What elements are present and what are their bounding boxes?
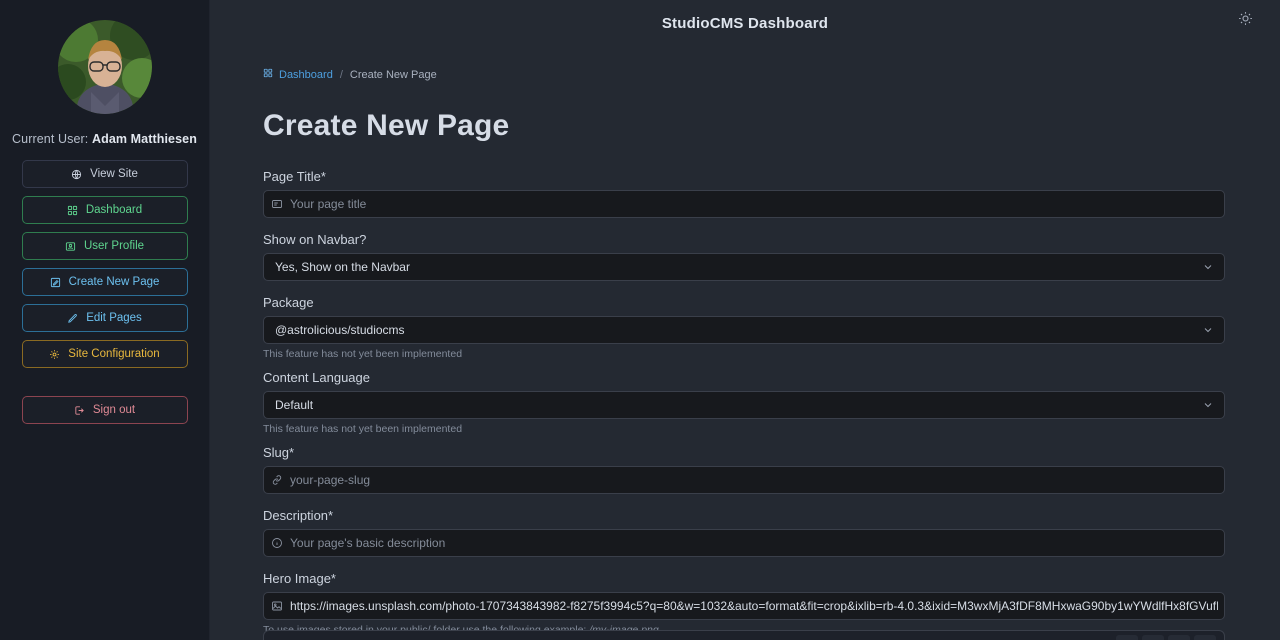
required-marker: * — [330, 571, 336, 586]
show-on-navbar-select[interactable]: Yes, Show on the Navbar — [263, 253, 1225, 281]
sidebar-item-dashboard[interactable]: Dashboard — [21, 196, 188, 224]
chevron-down-icon — [1202, 261, 1214, 273]
field-page-title: Page Title* — [263, 169, 1225, 218]
breadcrumb: Dashboard / Create New Page — [263, 68, 1225, 81]
sidebar-item-user-profile[interactable]: User Profile — [21, 232, 188, 260]
sidebar-item-label: Dashboard — [85, 204, 143, 216]
sign-out-icon — [74, 405, 85, 416]
sidebar-item-label: View Site — [90, 168, 138, 180]
hero-image-input[interactable] — [290, 593, 1224, 619]
label-text: Hero Image — [263, 571, 331, 586]
grid-icon — [67, 205, 78, 216]
field-package: Package @astrolicious/studiocms This fea… — [263, 295, 1225, 360]
sign-out-label: Sign out — [92, 404, 136, 416]
editor-link-button[interactable]: ∞ — [1194, 635, 1216, 640]
package-value: @astrolicious/studiocms — [275, 323, 405, 337]
required-marker: * — [328, 508, 334, 523]
edit-square-icon — [50, 277, 61, 288]
page-title: Create New Page — [263, 109, 510, 142]
current-user-name: Adam Matthiesen — [91, 132, 197, 146]
label-page-title: Page Title* — [263, 169, 1225, 184]
package-select[interactable]: @astrolicious/studiocms — [263, 316, 1225, 344]
breadcrumb-separator: / — [339, 68, 343, 81]
slug-input[interactable] — [290, 467, 1224, 493]
sidebar: Current User: Adam Matthiesen View Site … — [0, 0, 210, 640]
sidebar-item-edit-pages[interactable]: Edit Pages — [21, 304, 188, 332]
main-panel: StudioCMS Dashboard Dashboard / Create N… — [210, 0, 1280, 640]
user-card-icon — [65, 241, 76, 252]
show-on-navbar-value: Yes, Show on the Navbar — [275, 260, 410, 274]
label-text: Description — [263, 508, 329, 523]
field-show-on-navbar: Show on Navbar? Yes, Show on the Navbar — [263, 232, 1225, 281]
label-text: Page Title — [263, 169, 321, 184]
sun-icon — [1238, 11, 1253, 31]
page-title-input-wrap[interactable] — [263, 190, 1225, 218]
current-user: Current User: Adam Matthiesen — [12, 132, 197, 146]
package-helper-text: This feature has not yet been implemente… — [263, 348, 463, 360]
current-user-label: Current User: — [12, 132, 89, 146]
label-text: Content Language — [263, 370, 370, 385]
hero-image-input-wrap[interactable] — [263, 592, 1225, 620]
sidebar-item-label: Site Configuration — [68, 348, 160, 360]
field-description: Description* — [263, 508, 1225, 557]
label-text: Package — [263, 295, 314, 310]
field-slug: Slug* — [263, 445, 1225, 494]
label-content-language: Content Language — [263, 370, 1225, 385]
sidebar-item-create-new-page[interactable]: Create New Page — [21, 268, 188, 296]
page-title-input[interactable] — [290, 191, 1224, 217]
content-editor[interactable]: B I ≡ ∞ — [263, 630, 1225, 640]
breadcrumb-current: Create New Page — [349, 68, 437, 81]
editor-bold-button[interactable]: B — [1116, 635, 1138, 640]
globe-icon — [71, 169, 82, 180]
app-title: StudioCMS Dashboard — [661, 14, 829, 32]
content-language-select[interactable]: Default — [263, 391, 1225, 419]
content-language-helper-text: This feature has not yet been implemente… — [263, 423, 463, 435]
sidebar-item-label: User Profile — [83, 240, 145, 252]
gear-icon — [49, 349, 60, 360]
description-input[interactable] — [290, 530, 1224, 556]
breadcrumb-link-dashboard[interactable]: Dashboard — [279, 69, 333, 81]
field-hero-image: Hero Image* To use images stored in your… — [263, 571, 1225, 636]
chevron-down-icon — [1202, 324, 1214, 336]
label-text: Show on Navbar? — [263, 232, 367, 247]
sidebar-item-label: Edit Pages — [86, 312, 142, 324]
editor-list-button[interactable]: ≡ — [1168, 635, 1190, 640]
sidebar-item-label: Create New Page — [68, 276, 160, 288]
info-icon — [264, 537, 290, 549]
content-area: Dashboard / Create New Page Create New P… — [210, 68, 1280, 640]
label-package: Package — [263, 295, 1225, 310]
editor-toolbar: B I ≡ ∞ — [1116, 635, 1216, 640]
required-marker: * — [320, 169, 326, 184]
content-language-value: Default — [275, 398, 314, 412]
label-hero-image: Hero Image* — [263, 571, 1225, 586]
top-bar: StudioCMS Dashboard — [210, 0, 1280, 46]
grid-icon — [263, 68, 273, 81]
sidebar-item-site-configuration[interactable]: Site Configuration — [21, 340, 188, 368]
label-show-on-navbar: Show on Navbar? — [263, 232, 1225, 247]
slug-input-wrap[interactable] — [263, 466, 1225, 494]
required-marker: * — [289, 445, 295, 460]
chevron-down-icon — [1202, 399, 1214, 411]
label-text: Slug — [263, 445, 290, 460]
create-page-form: Page Title* Show on Navbar? — [263, 169, 1225, 640]
sign-out-button[interactable]: Sign out — [21, 396, 188, 424]
description-input-wrap[interactable] — [263, 529, 1225, 557]
field-content-language: Content Language Default This feature ha… — [263, 370, 1225, 435]
pencil-icon — [67, 313, 78, 324]
text-box-icon — [264, 198, 290, 210]
sidebar-item-view-site[interactable]: View Site — [21, 160, 188, 188]
theme-toggle-button[interactable] — [1232, 8, 1258, 34]
label-description: Description* — [263, 508, 1225, 523]
app-root: Current User: Adam Matthiesen View Site … — [0, 0, 1280, 640]
editor-italic-button[interactable]: I — [1142, 635, 1164, 640]
link-icon — [264, 474, 290, 486]
image-icon — [264, 600, 290, 612]
label-slug: Slug* — [263, 445, 1225, 460]
avatar — [57, 20, 152, 114]
